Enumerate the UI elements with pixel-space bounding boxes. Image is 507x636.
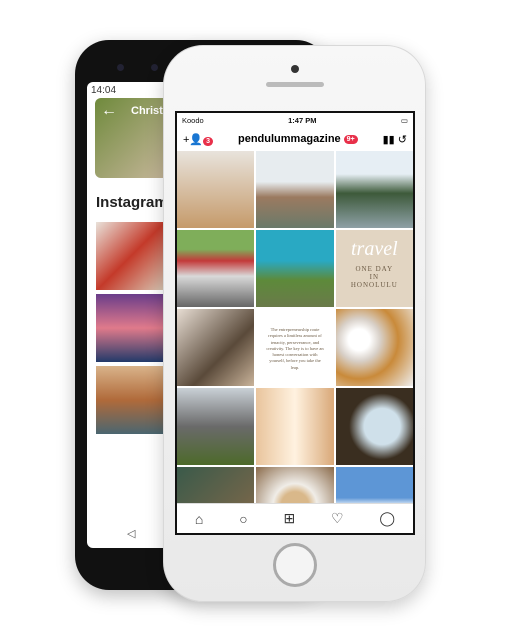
profile-header: +👤 3 pendulummagazine 9+ ▮▮ ↺: [177, 127, 413, 151]
badge: 9+: [343, 134, 358, 144]
thumbnail[interactable]: [96, 294, 166, 362]
profile-icon[interactable]: ◯: [379, 510, 395, 527]
post[interactable]: [177, 309, 255, 386]
post[interactable]: [335, 467, 413, 505]
instagram-screen: Koodo 1:47 PM ▭ +👤 3 pendulummagazine 9+ ▮…: [175, 111, 415, 535]
carrier: Koodo: [182, 115, 204, 125]
thumbnail[interactable]: [96, 222, 166, 290]
post[interactable]: [256, 230, 334, 307]
post[interactable]: [177, 388, 255, 465]
profile-name: Christi: [131, 105, 166, 117]
camera: [151, 64, 158, 71]
post[interactable]: [335, 309, 413, 386]
section-title: Instagram: [96, 194, 168, 211]
back-arrow-icon[interactable]: ←: [101, 102, 117, 120]
thumbnail[interactable]: [96, 366, 166, 434]
post[interactable]: [335, 388, 413, 465]
speaker: [266, 82, 324, 87]
time: 14:04: [91, 85, 117, 96]
add-icon[interactable]: ⊞: [283, 510, 295, 527]
username-text: pendulummagazine: [237, 133, 341, 145]
post[interactable]: [177, 230, 255, 307]
username[interactable]: pendulummagazine 9+: [238, 133, 358, 145]
clock: 1:47 PM: [288, 115, 317, 125]
camera: [117, 64, 124, 71]
post-grid: travel ONE DAY IN HONOLULU The entrepren…: [177, 151, 413, 505]
post-quote: The entrepreneurship route requires a li…: [266, 327, 324, 370]
battery-icon: ▭: [400, 115, 408, 125]
home-icon[interactable]: ⌂: [195, 511, 203, 527]
post[interactable]: [335, 151, 413, 228]
iphone: Koodo 1:47 PM ▭ +👤 3 pendulummagazine 9+ ▮…: [163, 45, 426, 602]
post[interactable]: [256, 388, 334, 465]
post[interactable]: [177, 467, 255, 505]
notification-badge: 3: [203, 136, 214, 146]
post-title: ONE DAY IN HONOLULU: [350, 265, 398, 289]
insights-icon[interactable]: ▮▮: [383, 134, 395, 146]
heart-icon[interactable]: ♡: [331, 510, 344, 527]
post-script-title: travel: [351, 238, 398, 260]
search-icon[interactable]: ○: [239, 511, 247, 527]
tab-bar: ⌂ ○ ⊞ ♡ ◯: [177, 503, 413, 533]
nav-back-icon[interactable]: ◁: [127, 527, 135, 540]
post[interactable]: travel ONE DAY IN HONOLULU: [335, 230, 413, 307]
post[interactable]: [256, 467, 334, 505]
camera: [291, 65, 299, 73]
home-button[interactable]: [273, 543, 317, 587]
post[interactable]: The entrepreneurship route requires a li…: [256, 309, 334, 386]
status-bar: Koodo 1:47 PM ▭: [177, 113, 413, 127]
history-icon[interactable]: ↺: [398, 134, 407, 146]
header-actions: ▮▮ ↺: [383, 133, 407, 146]
post[interactable]: [256, 151, 334, 228]
post[interactable]: [177, 151, 255, 228]
add-user-button[interactable]: +👤 3: [183, 133, 214, 146]
